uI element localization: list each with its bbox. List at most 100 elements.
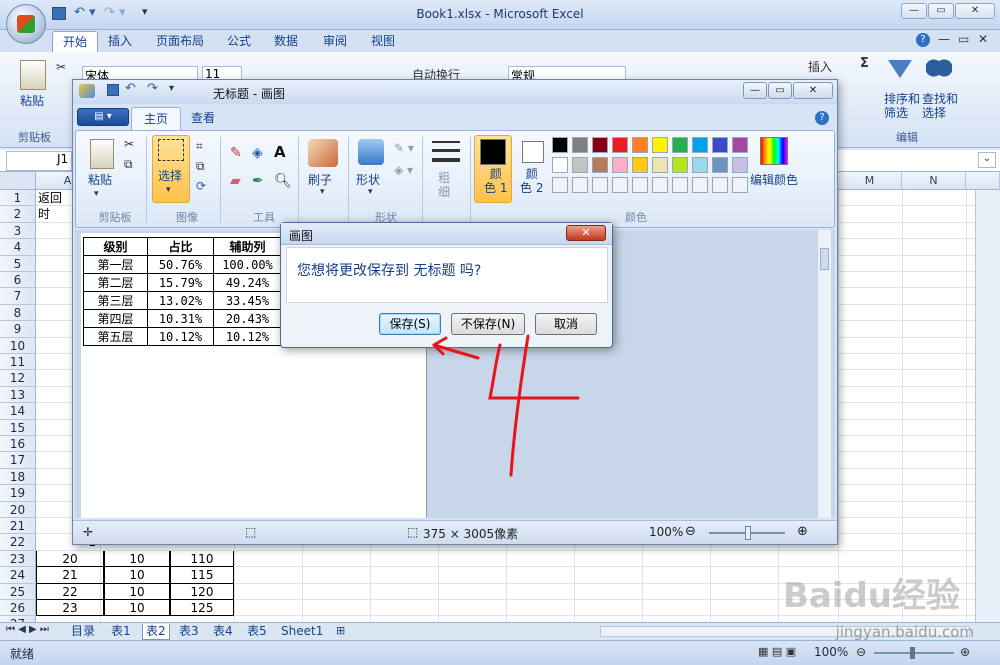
- zoom-in-icon[interactable]: ⊕: [960, 645, 970, 659]
- view-buttons[interactable]: ▦ ▤ ▣: [758, 645, 796, 658]
- row-header[interactable]: 7: [0, 288, 36, 305]
- autosum-icon[interactable]: Σ: [860, 56, 869, 71]
- palette-swatch[interactable]: [552, 157, 568, 173]
- paint-save-icon[interactable]: [107, 84, 119, 96]
- edit-colors-button[interactable]: 编辑颜色: [750, 171, 798, 188]
- dialog-close-button[interactable]: ✕: [566, 225, 606, 241]
- palette-swatch[interactable]: [572, 157, 588, 173]
- row-header[interactable]: 18: [0, 468, 36, 486]
- tab-view[interactable]: 视图: [361, 31, 405, 52]
- custom-color-slot[interactable]: [612, 177, 628, 193]
- custom-color-slot[interactable]: [652, 177, 668, 193]
- row-header[interactable]: 23: [0, 550, 36, 568]
- ribbon-close-icon[interactable]: ✕: [978, 32, 988, 46]
- paint-maximize-button[interactable]: ▭: [768, 82, 792, 99]
- tab-page-layout[interactable]: 页面布局: [146, 31, 214, 52]
- close-button[interactable]: ✕: [955, 3, 995, 19]
- palette-swatch[interactable]: [652, 137, 668, 153]
- row-header[interactable]: 11: [0, 354, 36, 371]
- row-header[interactable]: 19: [0, 485, 36, 502]
- undo-icon[interactable]: ↶ ▾: [74, 5, 96, 20]
- paint-menu-button[interactable]: ▤ ▾: [77, 108, 129, 126]
- row-header[interactable]: 15: [0, 419, 36, 436]
- row-header[interactable]: 26: [0, 600, 36, 617]
- scroll-thumb[interactable]: [820, 248, 829, 270]
- palette-swatch[interactable]: [692, 137, 708, 153]
- rotate-icon[interactable]: ⟳: [196, 179, 206, 193]
- select-dropdown-icon[interactable]: ▾: [166, 185, 171, 195]
- sort-filter-button[interactable]: 排序和 筛选: [884, 92, 920, 120]
- custom-color-slot[interactable]: [732, 177, 748, 193]
- row-header[interactable]: 16: [0, 436, 36, 453]
- crop-icon[interactable]: ⌗: [196, 139, 203, 154]
- row-header[interactable]: 1: [0, 190, 36, 207]
- palette-swatch[interactable]: [632, 157, 648, 173]
- palette-swatch[interactable]: [632, 137, 648, 153]
- palette-swatch[interactable]: [712, 137, 728, 153]
- paint-cut-icon[interactable]: ✂: [124, 137, 134, 151]
- sheet-tab[interactable]: 目录: [68, 624, 98, 640]
- tab-data[interactable]: 数据: [264, 31, 308, 52]
- row-header[interactable]: 9: [0, 321, 36, 338]
- table-cell[interactable]: 110: [170, 550, 234, 568]
- row-header[interactable]: 17: [0, 452, 36, 469]
- row-header[interactable]: 5: [0, 255, 36, 272]
- table-cell[interactable]: 10: [104, 600, 170, 617]
- ribbon-minimize-icon[interactable]: —: [938, 32, 950, 46]
- table-cell[interactable]: 125: [170, 600, 234, 617]
- sheet-tab[interactable]: 表5: [244, 624, 270, 640]
- ribbon-restore-icon[interactable]: ▭: [958, 32, 969, 46]
- table-cell[interactable]: 120: [170, 583, 234, 600]
- table-cell[interactable]: 10: [104, 550, 170, 568]
- custom-color-slot[interactable]: [572, 177, 588, 193]
- paint-tab-home[interactable]: 主页: [131, 107, 182, 130]
- zoom-out-icon[interactable]: ⊖: [856, 645, 866, 659]
- paint-undo-icon[interactable]: ↶: [125, 81, 136, 96]
- help-icon[interactable]: ?: [916, 33, 930, 47]
- paint-help-icon[interactable]: ?: [815, 111, 829, 125]
- palette-swatch[interactable]: [732, 157, 748, 173]
- row-header[interactable]: 3: [0, 222, 36, 240]
- paint-paste-button[interactable]: 粘贴: [88, 171, 112, 188]
- redo-icon[interactable]: ↷ ▾: [104, 5, 126, 20]
- column-header-o[interactable]: [966, 172, 1000, 190]
- eraser-icon[interactable]: ▰: [230, 173, 241, 189]
- paste-icon[interactable]: [20, 60, 46, 90]
- paste-dropdown-icon[interactable]: ▾: [94, 189, 99, 199]
- sheet-tab[interactable]: 表3: [176, 624, 202, 640]
- palette-swatch[interactable]: [592, 137, 608, 153]
- row-header[interactable]: 6: [0, 272, 36, 289]
- cut-icon[interactable]: ✂: [56, 60, 66, 74]
- table-cell[interactable]: 115: [170, 567, 234, 584]
- paint-tab-view[interactable]: 查看: [179, 107, 227, 130]
- row-header[interactable]: 25: [0, 583, 36, 600]
- cancel-button[interactable]: 取消: [535, 313, 597, 335]
- qat-customize-icon[interactable]: ▾: [142, 5, 148, 18]
- brush-button[interactable]: 刷子: [308, 171, 332, 188]
- excel-vertical-scrollbar[interactable]: [975, 190, 1000, 622]
- paint-zoom-in-icon[interactable]: ⊕: [797, 524, 808, 539]
- paint-zoom-out-icon[interactable]: ⊖: [685, 524, 696, 539]
- brush-dropdown-icon[interactable]: ▾: [320, 187, 325, 197]
- palette-swatch[interactable]: [692, 157, 708, 173]
- palette-swatch[interactable]: [712, 157, 728, 173]
- save-button[interactable]: 保存(S): [379, 313, 441, 335]
- shapes-button[interactable]: 形状: [356, 171, 380, 188]
- tab-home[interactable]: 开始: [52, 31, 99, 52]
- tab-review[interactable]: 审阅: [313, 31, 357, 52]
- office-button[interactable]: [6, 4, 46, 44]
- insert-sheet-icon[interactable]: ⊞: [336, 624, 345, 637]
- paint-redo-icon[interactable]: ↷: [147, 81, 158, 96]
- zoom-level[interactable]: 100%: [814, 645, 848, 659]
- name-box[interactable]: J1: [6, 151, 72, 171]
- magnifier-icon[interactable]: 🔍︎: [274, 173, 292, 189]
- table-cell[interactable]: 20: [36, 550, 104, 568]
- palette-swatch[interactable]: [592, 157, 608, 173]
- find-select-button[interactable]: 查找和 选择: [922, 92, 958, 120]
- size-button[interactable]: 粗 细: [438, 171, 450, 199]
- tab-formulas[interactable]: 公式: [217, 31, 261, 52]
- row-header[interactable]: 20: [0, 501, 36, 518]
- save-icon[interactable]: [52, 7, 66, 20]
- sheet-tab[interactable]: Sheet1: [278, 624, 326, 640]
- text-tool-icon[interactable]: A: [274, 143, 286, 161]
